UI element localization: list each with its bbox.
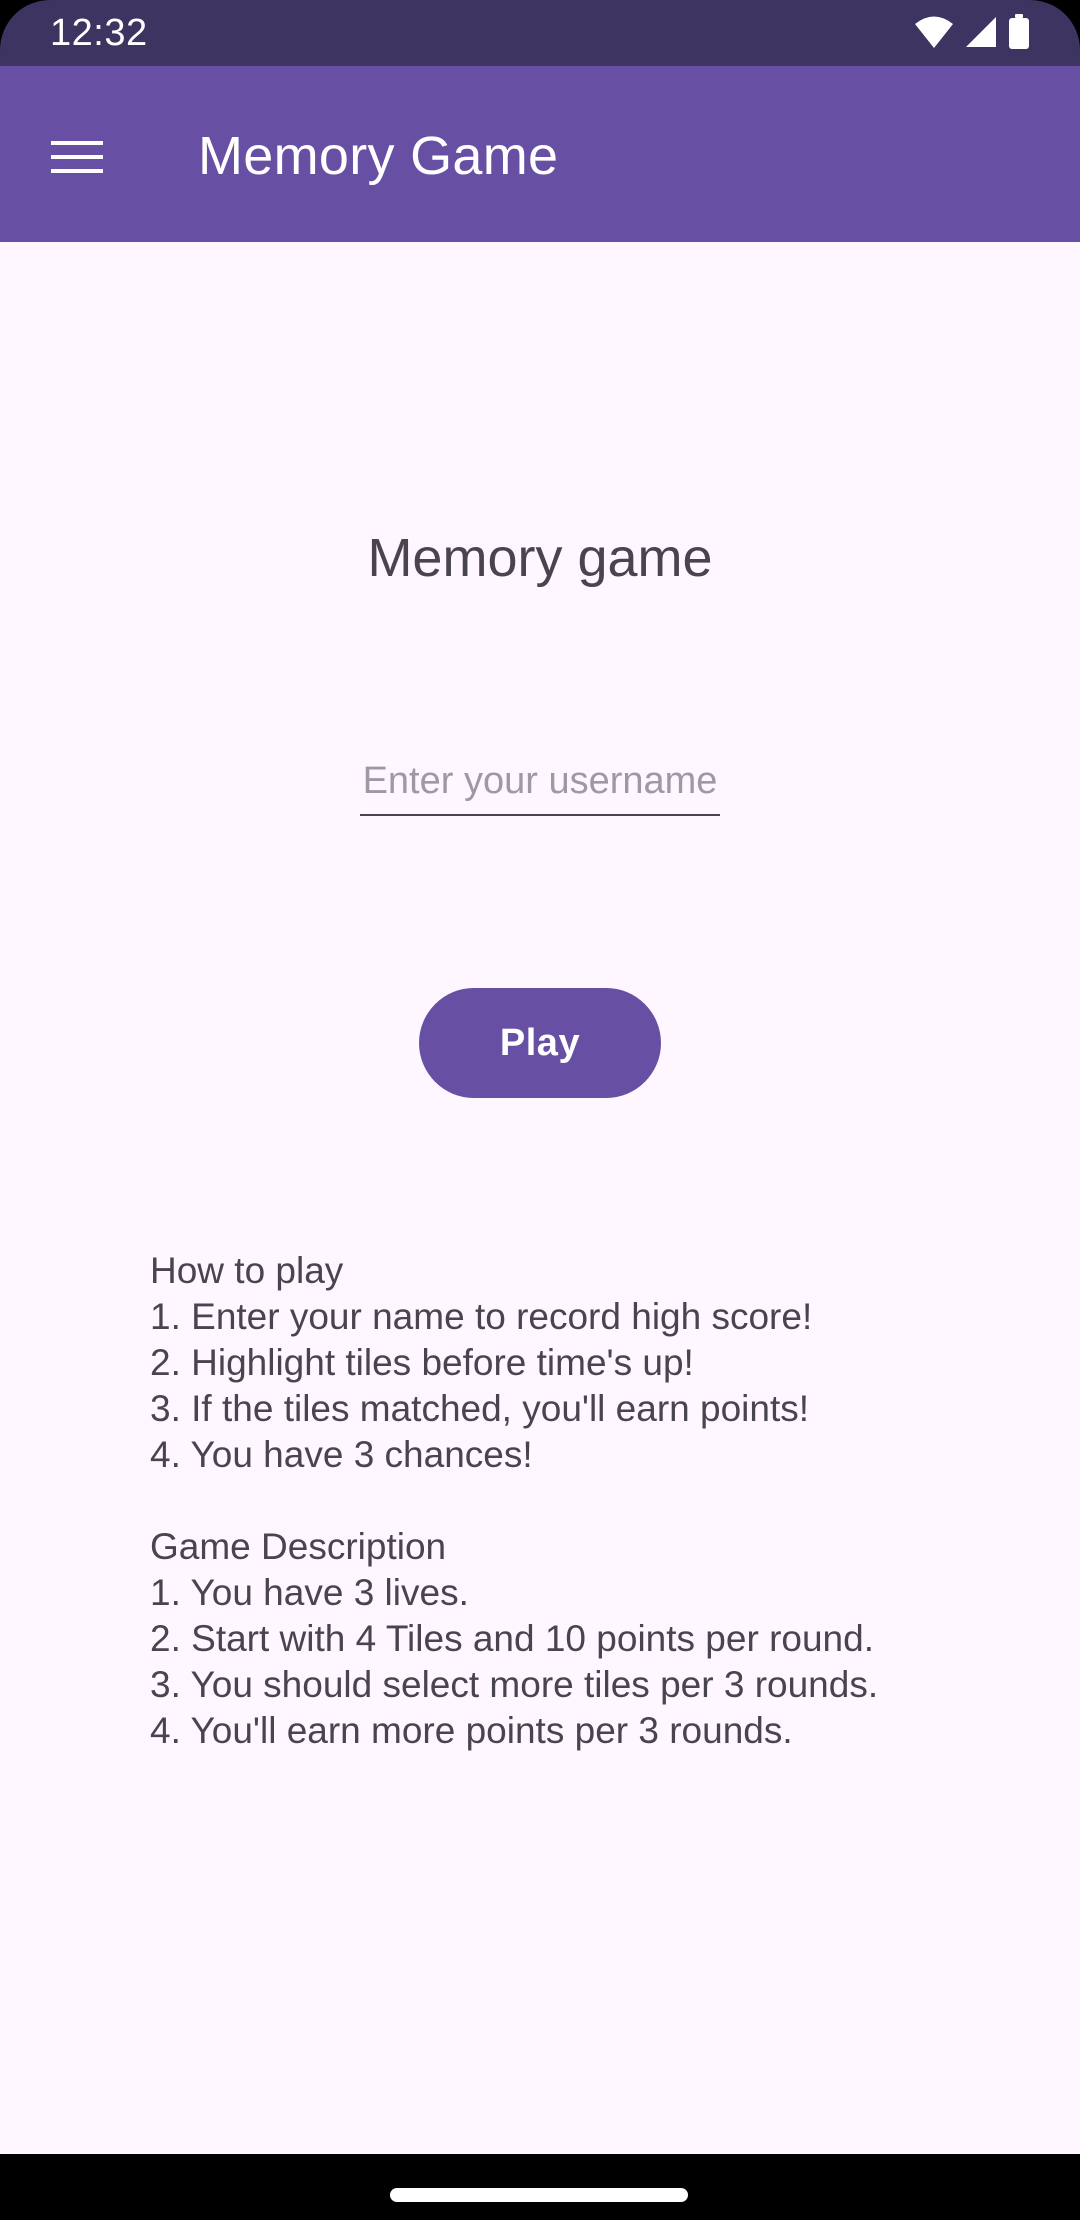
wifi-icon — [914, 15, 954, 54]
how-to-play-step: 1. Enter your name to record high score! — [150, 1296, 813, 1337]
battery-icon — [1008, 13, 1030, 55]
game-description-title: Game Description — [150, 1526, 447, 1567]
instructions-text: How to play 1. Enter your name to record… — [150, 1248, 1030, 1754]
app-bar-title: Memory Game — [198, 126, 559, 186]
game-description-item: 3. You should select more tiles per 3 ro… — [150, 1664, 879, 1705]
status-time: 12:32 — [50, 12, 148, 54]
game-description-item: 1. You have 3 lives. — [150, 1572, 469, 1613]
status-bar: 12:32 — [0, 0, 1080, 66]
game-description-item: 4. You'll earn more points per 3 rounds. — [150, 1710, 793, 1751]
how-to-play-step: 3. If the tiles matched, you'll earn poi… — [150, 1388, 810, 1429]
how-to-play-step: 4. You have 3 chances! — [150, 1434, 533, 1475]
page-title: Memory game — [367, 528, 713, 588]
home-gesture-handle[interactable] — [390, 2188, 688, 2202]
top-app-bar: Memory Game — [0, 66, 1080, 242]
username-input[interactable] — [360, 754, 720, 816]
menu-icon — [51, 139, 103, 180]
menu-button[interactable] — [30, 112, 124, 206]
cellular-signal-icon — [964, 15, 998, 54]
play-button[interactable]: Play — [419, 988, 661, 1098]
game-description-item: 2. Start with 4 Tiles and 10 points per … — [150, 1618, 874, 1659]
main-content: Memory game Play How to play 1. Enter yo… — [0, 242, 1080, 2154]
device-screen: 12:32 Memory Game Memory game Enter your… — [0, 0, 1080, 2220]
how-to-play-title: How to play — [150, 1250, 344, 1291]
how-to-play-step: 2. Highlight tiles before time's up! — [150, 1342, 694, 1383]
navigation-bar — [0, 2154, 1080, 2220]
status-icons — [914, 13, 1030, 55]
